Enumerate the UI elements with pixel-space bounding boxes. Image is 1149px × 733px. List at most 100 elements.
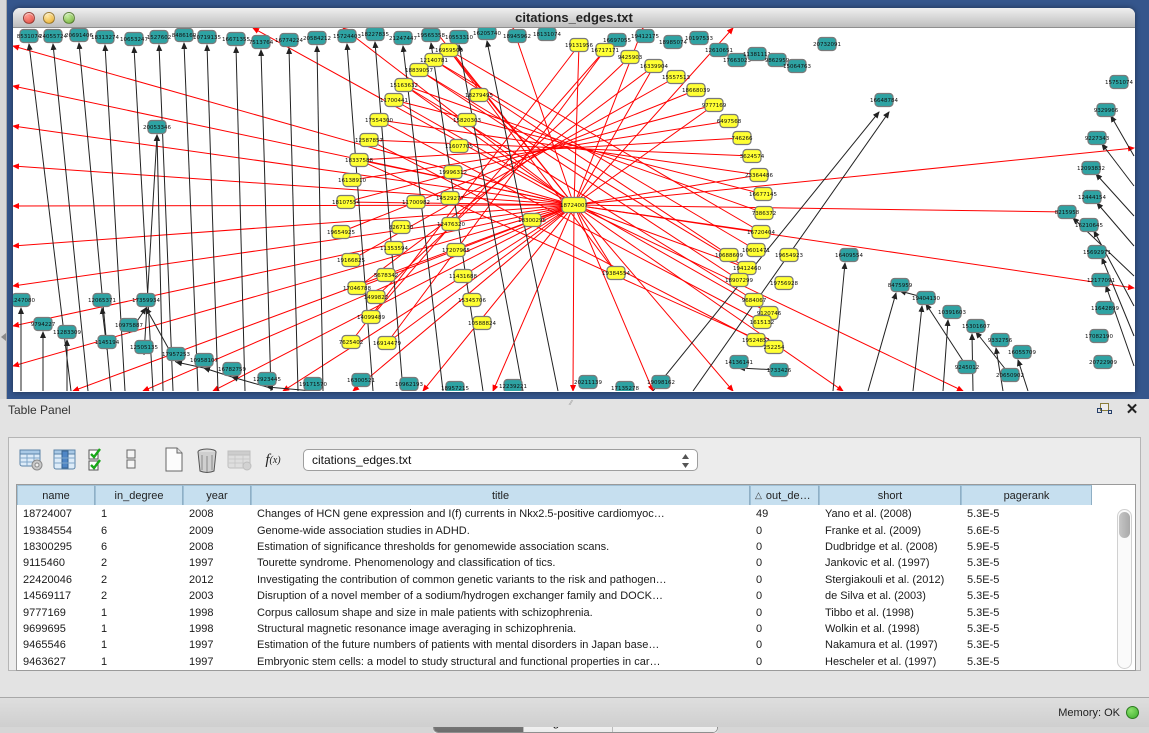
network-node[interactable]: 12923445 <box>253 373 281 386</box>
network-node[interactable]: 9794227 <box>31 318 56 331</box>
table-row[interactable]: 946362711997Embryonic stem cells: a mode… <box>17 654 1092 670</box>
network-node[interactable]: 16409554 <box>835 249 863 262</box>
network-node[interactable]: 16205740 <box>473 28 501 40</box>
network-node[interactable]: 15692971 <box>1083 246 1111 259</box>
network-node[interactable]: 24055724 <box>39 30 67 43</box>
scrollbar-thumb[interactable] <box>1119 512 1130 538</box>
memory-status-indicator[interactable] <box>1126 706 1139 719</box>
network-node[interactable]: 14099489 <box>357 311 385 324</box>
table-settings-icon[interactable] <box>17 445 47 475</box>
network-node[interactable]: 20053346 <box>143 121 171 134</box>
network-node[interactable]: 9684067 <box>742 294 767 307</box>
network-node[interactable]: 15751074 <box>1105 76 1133 89</box>
network-node[interactable]: 20722909 <box>1089 356 1117 369</box>
table-row[interactable]: 1872400712008Changes of HCN gene express… <box>17 506 1092 522</box>
network-node[interactable]: 10553310 <box>445 31 473 44</box>
network-node[interactable]: 20650902 <box>996 369 1024 382</box>
table-row[interactable]: 1456911722003Disruption of a novel membe… <box>17 588 1092 604</box>
network-node[interactable]: 1733426 <box>767 364 792 377</box>
network-node[interactable]: 18957215 <box>441 382 469 392</box>
network-node[interactable]: 19412175 <box>631 30 659 43</box>
table-row[interactable]: 911546021997Tourette syndrome. Phenomeno… <box>17 555 1092 571</box>
column-header-out_de[interactable]: △out_de… <box>750 485 819 505</box>
network-node[interactable]: 17554300 <box>365 114 393 127</box>
network-node[interactable]: 17082190 <box>1085 330 1113 343</box>
network-node[interactable]: 18313274 <box>91 31 119 44</box>
network-node[interactable]: 12239221 <box>499 380 527 392</box>
network-node[interactable]: 12505135 <box>130 341 158 354</box>
network-node[interactable]: 21247447 <box>389 32 417 45</box>
network-node[interactable]: 20584212 <box>303 32 331 45</box>
table-row[interactable]: 2242004622012Investigating the contribut… <box>17 572 1092 588</box>
network-node[interactable]: 9777169 <box>702 99 727 112</box>
network-node[interactable]: 8531074 <box>17 30 42 43</box>
network-window-titlebar[interactable]: citations_edges.txt <box>13 8 1135 28</box>
network-node[interactable]: 8475959 <box>888 279 913 292</box>
network-node[interactable]: 15557513 <box>662 71 690 84</box>
network-node[interactable]: 15724403 <box>333 30 361 43</box>
network-node[interactable]: 10391603 <box>938 306 966 319</box>
function-builder-icon[interactable]: f(x) <box>258 445 288 475</box>
network-node[interactable]: 12093832 <box>1077 162 1105 175</box>
network-node[interactable]: 10688609 <box>715 249 743 262</box>
network-node[interactable]: 19384554 <box>602 267 630 280</box>
column-header-title[interactable]: title <box>251 485 750 505</box>
column-header-in_degree[interactable]: in_degree <box>95 485 183 505</box>
network-node[interactable]: 252254 <box>764 341 785 354</box>
network-node[interactable]: 19654923 <box>775 249 803 262</box>
network-node[interactable]: 1615132 <box>750 316 775 329</box>
network-node[interactable]: 10653247 <box>120 33 148 46</box>
network-node[interactable]: 16648784 <box>870 94 898 107</box>
network-node[interactable]: 18985074 <box>659 36 687 49</box>
network-node[interactable]: 10958107 <box>190 354 218 367</box>
panel-collapse-arrow-icon[interactable] <box>1 333 6 341</box>
network-node[interactable]: 8267130 <box>389 221 414 234</box>
network-node[interactable]: 20211139 <box>574 376 602 389</box>
network-view[interactable]: 8531074240557242069140618313274106532471… <box>13 28 1135 391</box>
network-node[interactable]: 16720404 <box>747 226 775 239</box>
network-node[interactable]: 18668039 <box>682 84 710 97</box>
network-node[interactable]: 16055709 <box>1008 346 1036 359</box>
network-node[interactable]: 5678342 <box>374 269 399 282</box>
network-node[interactable]: 18945962 <box>503 30 531 43</box>
network-node[interactable]: 1145194 <box>95 336 120 349</box>
network-node[interactable]: 14136141 <box>725 356 753 369</box>
network-node[interactable]: 1527602 <box>147 31 172 44</box>
network-node[interactable]: 15301607 <box>962 320 990 333</box>
network-node[interactable]: 1499822 <box>364 291 389 304</box>
table-vertical-scrollbar[interactable] <box>1117 509 1132 669</box>
network-canvas[interactable]: 8531074240557242069140618313274106532471… <box>13 28 1135 391</box>
network-node[interactable]: 10719135 <box>193 31 221 44</box>
new-file-icon[interactable] <box>159 445 189 475</box>
network-node[interactable]: 16774224 <box>275 34 303 47</box>
network-node[interactable]: 9227343 <box>1085 132 1110 145</box>
network-node[interactable]: 14529277 <box>436 192 464 205</box>
network-node[interactable]: 9245012 <box>955 361 980 374</box>
network-node[interactable]: 19131956 <box>565 39 593 52</box>
network-node[interactable]: 11283309 <box>53 326 81 339</box>
column-header-year[interactable]: year <box>183 485 251 505</box>
network-node[interactable]: 16677145 <box>749 188 777 201</box>
network-node[interactable]: 16914479 <box>373 337 401 350</box>
table-row[interactable]: 1938455462009Genome-wide association stu… <box>17 522 1092 538</box>
delete-icon[interactable] <box>192 445 222 475</box>
network-node[interactable]: 15345706 <box>458 294 486 307</box>
table-row[interactable]: 977716911998Corpus callosum shape and si… <box>17 604 1092 620</box>
network-node[interactable]: 7386372 <box>752 207 777 220</box>
network-node[interactable]: 20732091 <box>813 38 841 51</box>
network-node[interactable]: 11431688 <box>449 270 477 283</box>
network-node[interactable]: 18131074 <box>533 28 561 41</box>
network-node[interactable]: 3624574 <box>740 150 765 163</box>
network-node[interactable]: 9329966 <box>1094 104 1119 117</box>
row-height-icon[interactable] <box>116 445 146 475</box>
network-node[interactable]: 11700441 <box>380 94 408 107</box>
column-header-short[interactable]: short <box>819 485 961 505</box>
network-node[interactable]: 16671355 <box>222 33 250 46</box>
network-node[interactable]: 10197533 <box>685 32 713 45</box>
select-columns-icon[interactable] <box>83 445 113 475</box>
network-node[interactable]: 10601471 <box>742 244 770 257</box>
network-node[interactable]: 12476320 <box>437 218 465 231</box>
network-node[interactable]: 16339904 <box>640 60 668 73</box>
network-node[interactable]: 21247080 <box>13 294 35 307</box>
network-node[interactable]: 18107554 <box>332 196 360 209</box>
